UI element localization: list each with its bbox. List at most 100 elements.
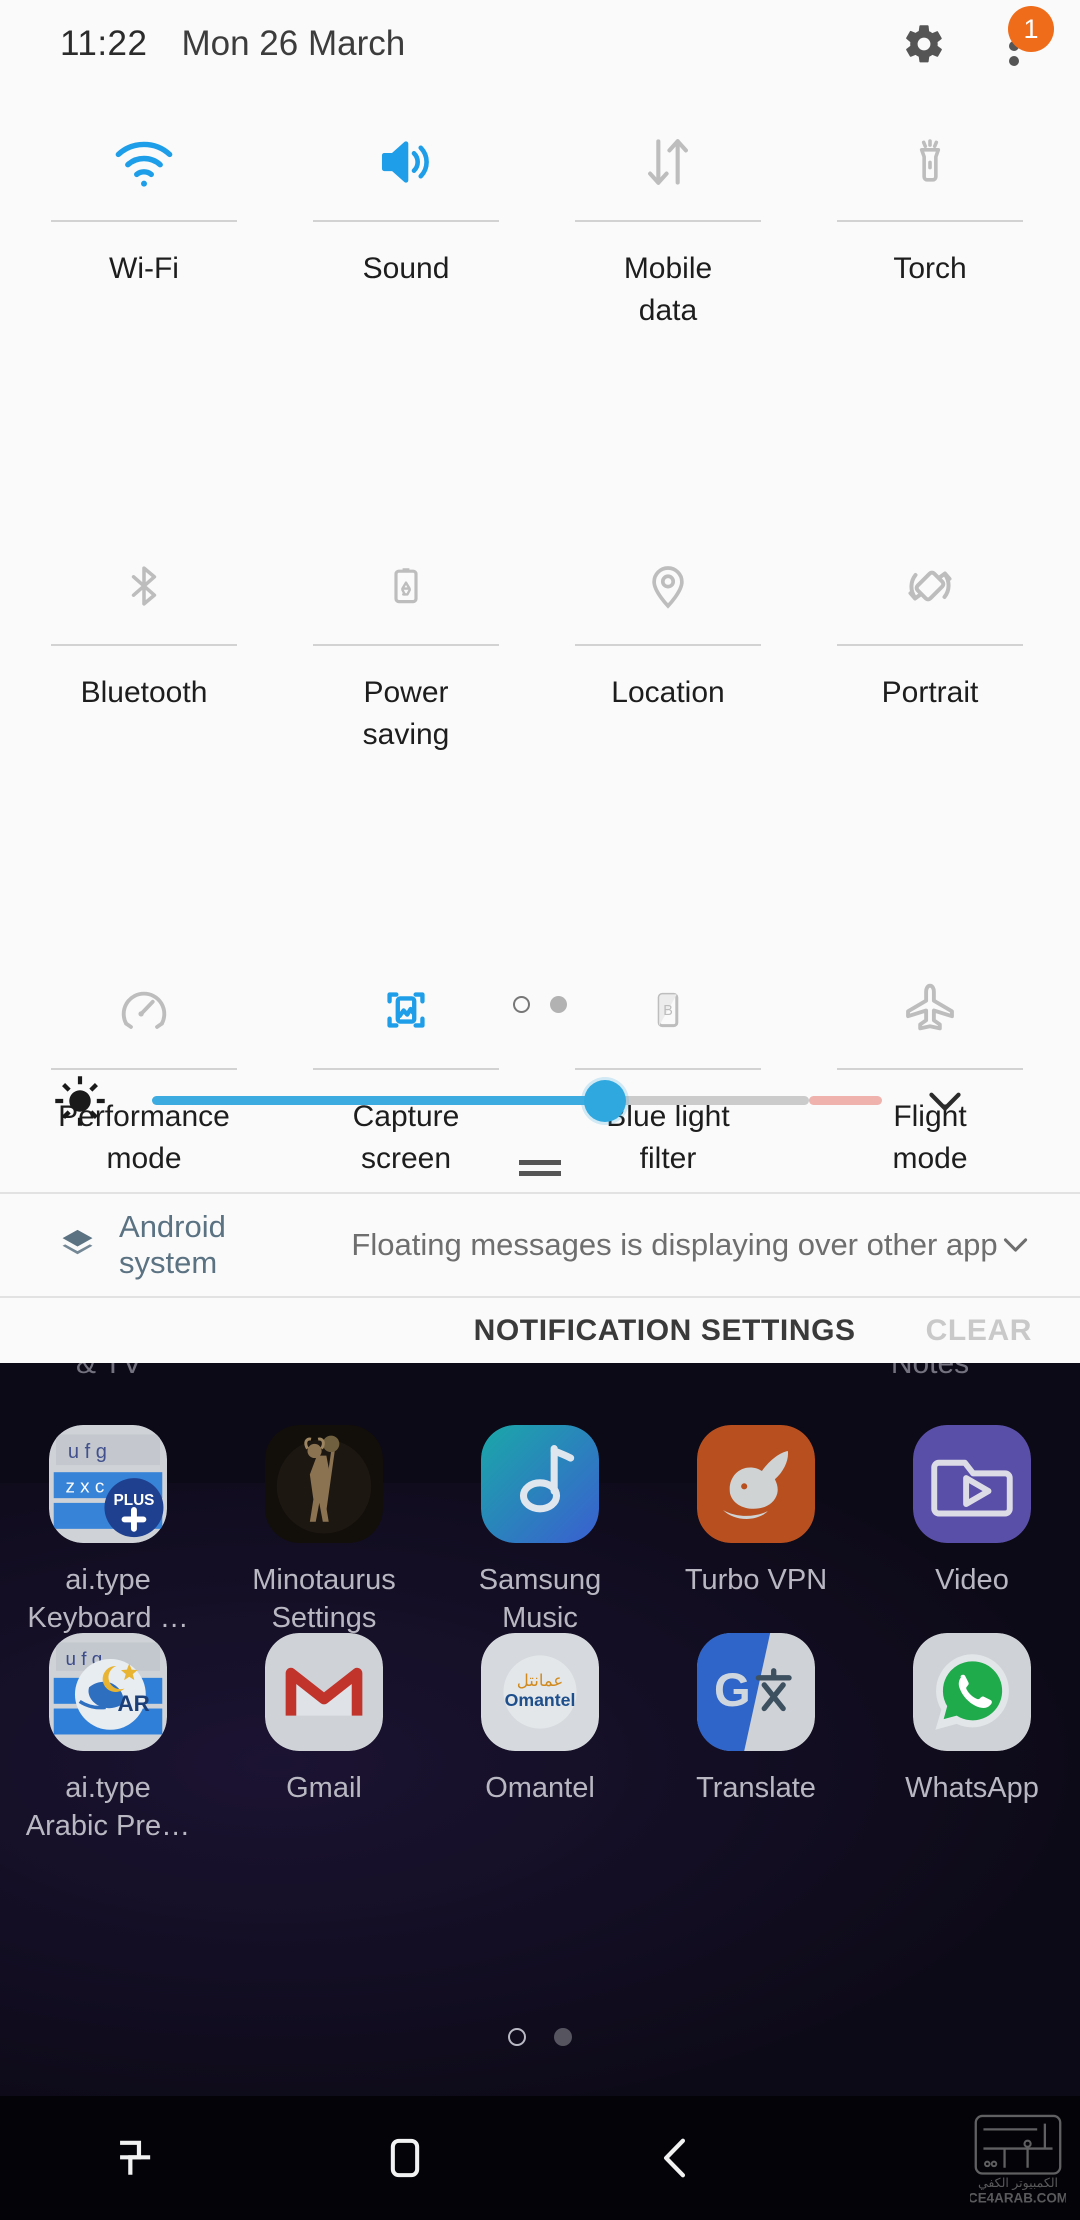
app-label: ai.type Arabic Pre… bbox=[25, 1772, 191, 1842]
whatsapp-icon bbox=[913, 1633, 1031, 1751]
overflow-menu-icon[interactable]: 1 bbox=[992, 6, 1054, 68]
tile-divider bbox=[575, 644, 761, 646]
page-dot-1[interactable] bbox=[513, 996, 530, 1013]
tile-label: Portrait bbox=[881, 676, 979, 709]
tile-divider bbox=[575, 220, 761, 222]
svg-text:عمانتل: عمانتل bbox=[517, 1672, 563, 1690]
page-dot-2[interactable] bbox=[550, 996, 567, 1013]
app-label: WhatsApp bbox=[905, 1772, 1039, 1804]
clear-button[interactable]: CLEAR bbox=[926, 1314, 1032, 1348]
app-minotaurus-settings[interactable]: Minotaurus Settings bbox=[216, 1425, 432, 1637]
svg-text:CE4ARAB.COM: CE4ARAB.COM bbox=[970, 2190, 1066, 2205]
app-aitype-keyboard[interactable]: u f g z x c PLUS ai.type Keyboard … bbox=[0, 1425, 216, 1637]
chevron-down-icon[interactable] bbox=[997, 1226, 1034, 1264]
app-label: Omantel bbox=[485, 1772, 595, 1804]
tile-label: Torch bbox=[893, 252, 967, 285]
chevron-down-icon[interactable] bbox=[920, 1076, 970, 1126]
tile-location[interactable]: Location bbox=[542, 532, 794, 756]
svg-text:الكمبيوتر الكفي: الكمبيوتر الكفي bbox=[978, 2176, 1058, 2190]
brightness-icon bbox=[52, 1073, 108, 1129]
gear-icon[interactable] bbox=[902, 22, 946, 66]
tile-power-saving[interactable]: Power saving bbox=[280, 532, 532, 756]
quick-settings-page-dots[interactable] bbox=[0, 996, 1080, 1013]
translate-icon: G bbox=[697, 1633, 815, 1751]
app-turbo-vpn[interactable]: Turbo VPN bbox=[648, 1425, 864, 1637]
clipped-label-left: & TV bbox=[76, 1363, 143, 1380]
tile-bluetooth[interactable]: Bluetooth bbox=[18, 532, 270, 756]
svg-text:z x c: z x c bbox=[66, 1475, 105, 1496]
notification-row[interactable]: Android system Floating messages is disp… bbox=[0, 1194, 1080, 1296]
tile-divider bbox=[313, 220, 499, 222]
tile-row: Bluetooth Power saving Location Portrait bbox=[0, 532, 1080, 756]
turbo-vpn-icon bbox=[697, 1425, 815, 1543]
navigation-bar: الكمبيوتر الكفي CE4ARAB.COM bbox=[0, 2096, 1080, 2220]
tile-label: Mobile data bbox=[623, 252, 713, 327]
mobile-data-icon bbox=[542, 108, 794, 216]
omantel-icon: عمانتل Omantel bbox=[481, 1633, 599, 1751]
aitype-arabic-icon: u f g AR bbox=[49, 1633, 167, 1751]
app-whatsapp[interactable]: WhatsApp bbox=[864, 1633, 1080, 1845]
tile-wifi[interactable]: Wi-Fi bbox=[18, 108, 270, 332]
quick-settings-tiles: Wi-Fi Sound Mobile data Torch Bluetooth … bbox=[0, 108, 1080, 1180]
video-icon bbox=[913, 1425, 1031, 1543]
notification-app-name: Android system bbox=[119, 1209, 226, 1280]
app-samsung-music[interactable]: Samsung Music bbox=[432, 1425, 648, 1637]
app-aitype-arabic[interactable]: u f g AR ai.type Arabic Pre… bbox=[0, 1633, 216, 1845]
samsung-music-icon bbox=[481, 1425, 599, 1543]
gmail-icon bbox=[265, 1633, 383, 1751]
app-label: Samsung Music bbox=[478, 1564, 602, 1634]
tile-label: Wi-Fi bbox=[109, 252, 179, 285]
panel-drag-handle[interactable] bbox=[0, 1160, 1080, 1176]
app-label: Gmail bbox=[286, 1772, 362, 1804]
tile-label: Bluetooth bbox=[80, 676, 208, 709]
app-omantel[interactable]: عمانتل Omantel Omantel bbox=[432, 1633, 648, 1845]
app-label: Turbo VPN bbox=[684, 1564, 828, 1596]
recents-icon[interactable] bbox=[0, 2130, 270, 2186]
tile-divider bbox=[51, 220, 237, 222]
app-row: u f g z x c PLUS ai.type Keyboard … Mino… bbox=[0, 1425, 1080, 1637]
tile-divider bbox=[51, 644, 237, 646]
notification-actions: NOTIFICATION SETTINGS CLEAR bbox=[0, 1298, 1080, 1363]
status-date: Mon 26 March bbox=[181, 24, 406, 63]
drawer-page-dot-1[interactable] bbox=[508, 2028, 526, 2046]
tile-sound[interactable]: Sound bbox=[280, 108, 532, 332]
app-gmail[interactable]: Gmail bbox=[216, 1633, 432, 1845]
status-bar-actions: 1 bbox=[902, 6, 1054, 68]
svg-text:G: G bbox=[714, 1664, 751, 1717]
app-label: Video bbox=[935, 1564, 1009, 1596]
tile-torch[interactable]: Torch bbox=[804, 108, 1056, 332]
aitype-keyboard-icon: u f g z x c PLUS bbox=[49, 1425, 167, 1543]
rotation-icon bbox=[804, 532, 1056, 640]
tile-label: Sound bbox=[362, 252, 450, 285]
svg-text:AR: AR bbox=[117, 1691, 149, 1716]
clipped-label-right: Notes bbox=[890, 1363, 970, 1380]
location-icon bbox=[542, 532, 794, 640]
tile-portrait[interactable]: Portrait bbox=[804, 532, 1056, 756]
svg-text:u f g: u f g bbox=[68, 1441, 107, 1463]
app-label: Minotaurus Settings bbox=[252, 1564, 396, 1634]
android-system-icon bbox=[58, 1225, 97, 1265]
notification-badge: 1 bbox=[1008, 6, 1054, 52]
brightness-row bbox=[0, 1068, 1080, 1134]
slider-thumb[interactable] bbox=[583, 1080, 626, 1122]
tile-label: Location bbox=[611, 676, 725, 709]
tile-divider bbox=[313, 644, 499, 646]
torch-icon bbox=[804, 108, 1056, 216]
app-drawer: & TV Notes u f g z x c PLUS ai.type Keyb… bbox=[0, 1363, 1080, 2220]
notification-settings-button[interactable]: NOTIFICATION SETTINGS bbox=[474, 1314, 856, 1348]
app-translate[interactable]: G Translate bbox=[648, 1633, 864, 1845]
drawer-page-dots[interactable] bbox=[0, 2028, 1080, 2046]
brightness-slider[interactable] bbox=[152, 1068, 882, 1134]
app-label: ai.type Keyboard … bbox=[27, 1564, 189, 1634]
app-video[interactable]: Video bbox=[864, 1425, 1080, 1637]
bluetooth-icon bbox=[18, 532, 270, 640]
home-icon[interactable] bbox=[270, 2130, 540, 2186]
slider-track-remaining bbox=[604, 1096, 809, 1105]
clipped-app-labels: & TV Notes bbox=[0, 1363, 1080, 1393]
sound-icon bbox=[280, 108, 532, 216]
drawer-page-dot-2[interactable] bbox=[554, 2028, 572, 2046]
tile-mobile-data[interactable]: Mobile data bbox=[542, 108, 794, 332]
app-label: Translate bbox=[696, 1772, 816, 1804]
app-row: u f g AR ai.type Arabic Pre… Gmail عمانت… bbox=[0, 1633, 1080, 1845]
back-icon[interactable] bbox=[540, 2130, 810, 2186]
